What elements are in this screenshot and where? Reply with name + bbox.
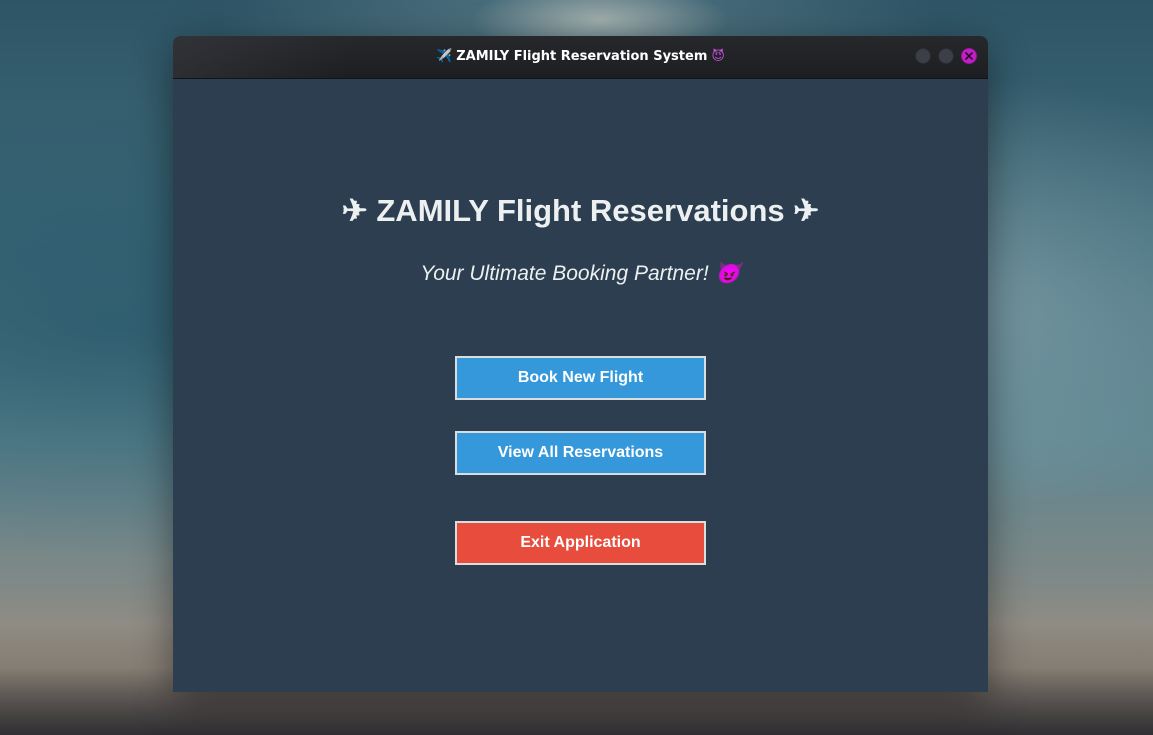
window-title-label: ZAMILY Flight Reservation System — [456, 49, 708, 64]
main-panel: ✈ ZAMILY Flight Reservations ✈ Your Ulti… — [173, 79, 988, 692]
book-new-flight-button[interactable]: Book New Flight — [455, 356, 706, 400]
window-titlebar[interactable]: ✈️ ZAMILY Flight Reservation System 😈 — [173, 36, 988, 79]
app-window: ✈️ ZAMILY Flight Reservation System 😈 ✈ ZA… — [173, 36, 988, 692]
window-controls — [915, 48, 977, 64]
devil-emoji-icon: 😈 — [711, 49, 725, 64]
window-title: ✈️ ZAMILY Flight Reservation System 😈 — [173, 36, 988, 78]
page-title: ✈ ZAMILY Flight Reservations ✈ — [341, 193, 820, 228]
page-subtitle: Your Ultimate Booking Partner! 😈 — [420, 262, 741, 285]
view-all-reservations-button[interactable]: View All Reservations — [455, 431, 706, 475]
maximize-button[interactable] — [938, 48, 954, 64]
airplane-icon: ✈️ — [436, 49, 453, 64]
close-button[interactable] — [961, 48, 977, 64]
close-icon — [965, 52, 973, 60]
exit-application-button[interactable]: Exit Application — [455, 521, 706, 565]
desktop-background: ✈️ ZAMILY Flight Reservation System 😈 ✈ ZA… — [0, 0, 1153, 735]
minimize-button[interactable] — [915, 48, 931, 64]
